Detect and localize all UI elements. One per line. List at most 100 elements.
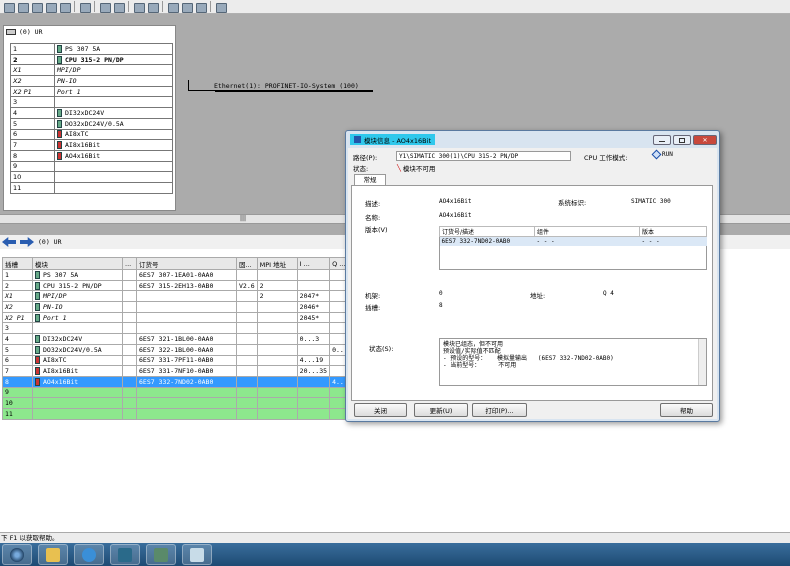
rack-row[interactable]: 4 DI32xDC24V [10, 107, 173, 119]
detail-row[interactable]: 5 DO32xDC24V/0.5A 6ES7 322-1BL00-0AA0 0...3 [2, 343, 373, 356]
detail-cell [122, 333, 137, 345]
detail-cell [296, 407, 331, 420]
save-icon[interactable] [44, 1, 57, 13]
rack-row[interactable]: 11 [10, 181, 173, 194]
catalog-icon[interactable] [166, 1, 179, 13]
dialog-titlebar[interactable]: 模块信息 - AO4x16Bit ✕ [346, 131, 719, 148]
taskbar-simatic-manager[interactable] [110, 544, 140, 565]
detail-cell: AO4x16Bit [32, 375, 123, 388]
detail-col-header[interactable]: MPI 地址 [256, 257, 298, 270]
detail-row[interactable]: 4 DI32xDC24V 6ES7 321-1BL00-0AA0 0...3 [2, 333, 373, 345]
close-dialog-button[interactable]: 关闭 [354, 403, 407, 417]
rack-row[interactable]: X1 MPI/DP [10, 64, 173, 77]
detail-row[interactable]: X1 MPI/DP 2 2047* [2, 290, 373, 303]
new-icon[interactable] [2, 1, 15, 13]
ethernet-label[interactable]: Ethernet(1): PROFINET-IO-System (100) [214, 82, 359, 90]
module-icon [35, 292, 40, 301]
maximize-button[interactable] [673, 135, 691, 145]
rack-station-window[interactable]: (0) UR 1 PS 307 5A 2 CPU 315-2 PN/DP X1 MPI/D… [3, 25, 176, 211]
module-detail-table[interactable]: 插槽模块...订货号固...MPI 地址I ...Q ...注释 1PS 307… [2, 257, 373, 420]
detail-cell [122, 322, 137, 335]
help-button[interactable]: 帮助 [660, 403, 713, 417]
save-compile-icon[interactable] [58, 1, 71, 13]
detail-row[interactable]: 8 AO4x16Bit 6ES7 332-7ND02-0AB0 4...1 [2, 375, 373, 388]
start-button[interactable] [2, 544, 32, 565]
detail-row[interactable]: 6 AI8xTC 6ES7 331-7PF11-0AB0 4...19 [2, 354, 373, 367]
module-icon [35, 281, 40, 290]
upload-icon[interactable] [146, 1, 159, 13]
rack-row[interactable]: 3 [10, 96, 173, 109]
detail-row[interactable]: 11 [2, 407, 373, 420]
detail-col-header[interactable]: I ... [296, 257, 331, 270]
close-button[interactable]: ✕ [693, 135, 717, 145]
rack-row[interactable]: 1 PS 307 5A [10, 43, 173, 55]
detail-row[interactable]: 9 [2, 386, 373, 399]
detail-col-header[interactable]: 模块 [32, 257, 123, 270]
module-icon [57, 108, 62, 117]
rack-row[interactable]: 2 CPU 315-2 PN/DP [10, 53, 173, 66]
rack-slot: 7 [10, 139, 55, 151]
detail-row[interactable]: 10 [2, 397, 373, 409]
copy-icon[interactable] [98, 1, 111, 13]
print-icon[interactable] [78, 1, 91, 13]
cpu-mode-label: CPU 工作模式: [584, 154, 628, 162]
module-icon [35, 313, 40, 322]
minimize-button[interactable] [653, 135, 671, 145]
detail-row[interactable]: 1 PS 307 5A 6ES7 307-1EA01-0AA0 [2, 269, 373, 281]
status-scrollbar[interactable] [698, 339, 706, 385]
path-field[interactable]: Y1\SIMATIC 300(1)\CPU 315-2 PN/DP [396, 151, 571, 161]
help-icon[interactable] [214, 1, 227, 13]
print-button[interactable]: 打印(P)... [472, 403, 527, 417]
update-button[interactable]: 更新(U) [414, 403, 468, 417]
detail-col-header[interactable]: ... [122, 257, 137, 270]
rack-row[interactable]: 8 AO4x16Bit [10, 149, 173, 162]
taskbar-explorer[interactable] [38, 544, 68, 565]
taskbar-hw-config[interactable] [146, 544, 176, 565]
description-label: 描述: [365, 200, 381, 208]
detail-cell: 11 [2, 407, 33, 420]
rack-module-name: CPU 315-2 PN/DP [65, 55, 124, 64]
rack-slot: 4 [10, 107, 55, 119]
rack-row[interactable]: 5 DO32xDC24V/0.5A [10, 117, 173, 130]
rack-row[interactable]: 7 AI8x16Bit [10, 139, 173, 151]
ver-col-version[interactable]: 版本 [639, 226, 707, 237]
detail-row[interactable]: X2 P1 Port 1 2045* [2, 311, 373, 324]
tab-general[interactable]: 常规 [354, 174, 386, 185]
rack-slot: 1 [10, 43, 55, 55]
module-info-dialog[interactable]: 模块信息 - AO4x16Bit ✕ 路径(P): Y1\SIMATIC 300… [345, 130, 720, 422]
rack-row[interactable]: X2 PN-IO [10, 75, 173, 87]
window-icon[interactable] [180, 1, 193, 13]
grid-icon[interactable] [194, 1, 207, 13]
detail-row[interactable]: X2 PN-IO 2046* [2, 301, 373, 313]
detail-module-name: AI8xTC [43, 356, 67, 365]
open-icon[interactable] [16, 1, 29, 13]
network-icon[interactable] [30, 1, 43, 13]
detail-row[interactable]: 7 AI8x16Bit 6ES7 331-7NF10-0AB0 20...35 [2, 365, 373, 377]
rack-row[interactable]: 9 [10, 160, 173, 173]
detail-cell [122, 343, 137, 356]
detail-row[interactable]: 2 CPU 315-2 PN/DP 6ES7 315-2EH13-0AB0 V2.6 2 [2, 279, 373, 292]
download-icon[interactable] [132, 1, 145, 13]
rack-row[interactable]: 6 AI8xTC [10, 128, 173, 141]
detail-cell: 2045* [296, 311, 331, 324]
detail-row[interactable]: 3 [2, 322, 373, 335]
taskbar-ie[interactable] [74, 544, 104, 565]
ver-col-order[interactable]: 订货号/描述 [439, 226, 535, 237]
version-row[interactable]: 6ES7 332-7ND02-0AB0 - - - - - - [439, 236, 707, 246]
rack-row[interactable]: X2 P1 Port 1 [10, 85, 173, 98]
ie-icon [82, 547, 96, 562]
rack-table[interactable]: 1 PS 307 5A 2 CPU 315-2 PN/DP X1 MPI/DP X2 PN-I… [10, 43, 173, 194]
detail-col-header[interactable]: 订货号 [136, 257, 237, 270]
ver-col-component[interactable]: 组件 [534, 226, 640, 237]
ethernet-bus-line[interactable] [215, 90, 373, 92]
status-text-box[interactable]: 模块已组态，但不可用 预设值/实际值不匹配 - 预设的型号： 模拟量输出 (6E… [439, 338, 707, 386]
version-table[interactable]: 订货号/描述 组件 版本 6ES7 332-7ND02-0AB0 - - - -… [439, 226, 707, 246]
rack-row[interactable]: 10 [10, 171, 173, 183]
paste-icon[interactable] [112, 1, 125, 13]
taskbar-module-info[interactable] [182, 544, 212, 565]
back-arrow-icon[interactable] [2, 237, 16, 247]
detail-col-header[interactable]: 固... [236, 257, 258, 270]
splitter-grip[interactable]: ||| [240, 215, 246, 222]
forward-arrow-icon[interactable] [20, 237, 34, 247]
detail-col-header[interactable]: 插槽 [2, 257, 33, 270]
